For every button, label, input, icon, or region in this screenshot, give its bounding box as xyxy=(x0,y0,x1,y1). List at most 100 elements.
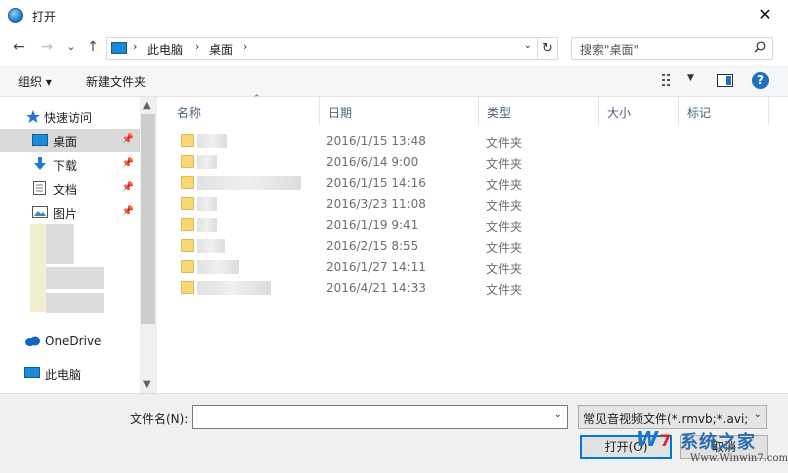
address-dropdown-icon[interactable]: ⌄ xyxy=(524,40,532,51)
nav-item-label: 文档 xyxy=(53,183,78,197)
navigation-pane: 快速访问 桌面 📌 下载 📌 文档 📌 图片 📌 OneDrive 此电脑 ▲ … xyxy=(0,97,157,393)
blurred-nav-label xyxy=(46,293,104,313)
file-type: 文件夹 xyxy=(486,262,523,276)
nav-onedrive-label: OneDrive xyxy=(45,334,102,348)
scroll-up-icon[interactable]: ▲ xyxy=(143,100,151,111)
up-button[interactable]: ↑ xyxy=(84,39,102,55)
table-row[interactable]: 2016/2/15 8:55 文件夹 xyxy=(177,236,777,257)
table-row[interactable]: 2016/6/14 9:00 文件夹 xyxy=(177,152,777,173)
computer-icon xyxy=(24,367,40,378)
table-row[interactable]: 2016/4/21 14:33 文件夹 xyxy=(177,278,777,299)
nav-item-pictures[interactable]: 图片 📌 xyxy=(0,201,140,224)
recent-locations-button[interactable]: ⌄ xyxy=(62,40,80,53)
watermark-seven: 7 xyxy=(660,431,672,450)
file-type: 文件夹 xyxy=(486,241,523,255)
table-row[interactable]: 2016/1/27 14:11 文件夹 xyxy=(177,257,777,278)
blurred-file-name xyxy=(197,218,217,232)
nav-this-pc[interactable]: 此电脑 xyxy=(0,362,140,385)
column-label: 日期 xyxy=(328,106,353,120)
table-row[interactable]: 2016/3/23 11:08 文件夹 xyxy=(177,194,777,215)
breadcrumb-separator[interactable]: › xyxy=(243,40,247,53)
new-folder-button[interactable]: 新建文件夹 xyxy=(86,73,146,90)
column-header-type[interactable]: 类型 xyxy=(479,97,599,125)
nav-onedrive[interactable]: OneDrive xyxy=(0,330,140,353)
pin-icon: 📌 xyxy=(121,158,134,169)
forward-button[interactable]: → xyxy=(38,39,56,55)
search-icon xyxy=(754,41,766,53)
nav-quick-access[interactable]: 快速访问 xyxy=(0,105,140,128)
computer-icon xyxy=(111,42,127,54)
watermark-url: Www.Winwin7.com xyxy=(690,453,788,464)
blurred-nav-label xyxy=(46,267,104,289)
sort-ascending-icon: ⌃ xyxy=(253,94,261,104)
star-icon xyxy=(26,110,40,123)
scroll-down-icon[interactable]: ▼ xyxy=(143,379,151,390)
breadcrumb-this-pc[interactable]: 此电脑 xyxy=(147,41,183,58)
view-dropdown-icon[interactable]: ▼ xyxy=(687,73,694,83)
nav-item-documents[interactable]: 文档 📌 xyxy=(0,177,140,200)
nav-scrollbar[interactable]: ▲ ▼ xyxy=(140,97,157,393)
breadcrumb-desktop[interactable]: 桌面 xyxy=(209,41,233,58)
nav-item-desktop[interactable]: 桌面 📌 xyxy=(0,129,140,152)
file-type: 文件夹 xyxy=(486,199,523,213)
search-placeholder: 搜索"桌面" xyxy=(580,43,640,57)
document-icon xyxy=(33,181,46,195)
watermark-w: W xyxy=(636,427,659,451)
filename-input[interactable]: ⌄ xyxy=(192,405,568,429)
folder-icon xyxy=(181,197,194,210)
file-date: 2016/1/19 9:41 xyxy=(326,218,419,232)
nav-quick-access-label: 快速访问 xyxy=(44,111,93,125)
preview-pane-icon[interactable] xyxy=(717,74,733,87)
breadcrumb-separator[interactable]: › xyxy=(195,40,199,53)
search-input[interactable]: 搜索"桌面" xyxy=(571,37,773,60)
column-label: 类型 xyxy=(487,106,512,120)
column-header-tags[interactable]: 标记 xyxy=(679,97,769,125)
app-icon xyxy=(8,8,23,23)
blurred-nav-icons xyxy=(30,224,46,312)
blurred-file-name xyxy=(197,155,217,169)
pin-icon: 📌 xyxy=(121,182,134,193)
table-row[interactable]: 2016/1/15 13:48 文件夹 xyxy=(177,131,777,152)
folder-icon xyxy=(181,260,194,273)
blurred-file-name xyxy=(197,197,217,211)
breadcrumb-separator[interactable]: › xyxy=(133,40,137,53)
back-button[interactable]: ← xyxy=(10,39,28,55)
file-date: 2016/1/15 13:48 xyxy=(326,134,426,148)
filename-dropdown-icon[interactable]: ⌄ xyxy=(554,409,562,420)
file-list: ⌃ 名称 日期 类型 大小 标记 2016/1/15 13:48 文件夹 201… xyxy=(157,94,788,393)
file-date: 2016/4/21 14:33 xyxy=(326,281,426,295)
file-type: 文件夹 xyxy=(486,283,523,297)
blurred-file-name xyxy=(197,260,239,274)
address-bar[interactable]: › 此电脑 › 桌面 › ⌄ xyxy=(106,37,538,60)
cloud-icon xyxy=(25,336,40,346)
organize-menu[interactable]: 组织 ▾ xyxy=(18,73,52,90)
pictures-icon xyxy=(32,206,48,218)
close-button[interactable]: ✕ xyxy=(742,0,788,30)
scroll-thumb[interactable] xyxy=(141,114,155,324)
desktop-icon xyxy=(32,134,48,146)
blurred-file-name xyxy=(197,239,225,253)
table-row[interactable]: 2016/1/19 9:41 文件夹 xyxy=(177,215,777,236)
nav-item-downloads[interactable]: 下载 📌 xyxy=(0,153,140,176)
file-type: 文件夹 xyxy=(486,136,523,150)
help-icon[interactable]: ? xyxy=(752,72,769,89)
column-header-date[interactable]: 日期 xyxy=(320,97,479,125)
open-button[interactable]: 打开(O) xyxy=(580,435,672,459)
download-icon xyxy=(34,157,46,170)
nav-this-pc-label: 此电脑 xyxy=(45,368,82,382)
nav-item-label: 桌面 xyxy=(53,135,78,149)
column-label: 大小 xyxy=(607,106,632,120)
title-bar: 打开 ✕ xyxy=(0,0,788,31)
refresh-button[interactable]: ↻ xyxy=(538,37,558,60)
folder-icon xyxy=(181,239,194,252)
blurred-file-name xyxy=(197,176,301,190)
folder-icon xyxy=(181,176,194,189)
filename-label: 文件名(N): xyxy=(130,412,189,426)
watermark-brand: 系统之家 xyxy=(680,432,756,453)
column-header-name[interactable]: ⌃ 名称 xyxy=(169,94,320,125)
table-row[interactable]: 2016/1/15 14:16 文件夹 xyxy=(177,173,777,194)
file-type-select[interactable]: 常见音视频文件(*.rmvb;*.avi;*. ⌄ xyxy=(578,405,767,429)
blurred-file-name xyxy=(197,134,227,148)
column-header-size[interactable]: 大小 xyxy=(599,97,679,125)
view-options-icon[interactable] xyxy=(662,74,678,86)
